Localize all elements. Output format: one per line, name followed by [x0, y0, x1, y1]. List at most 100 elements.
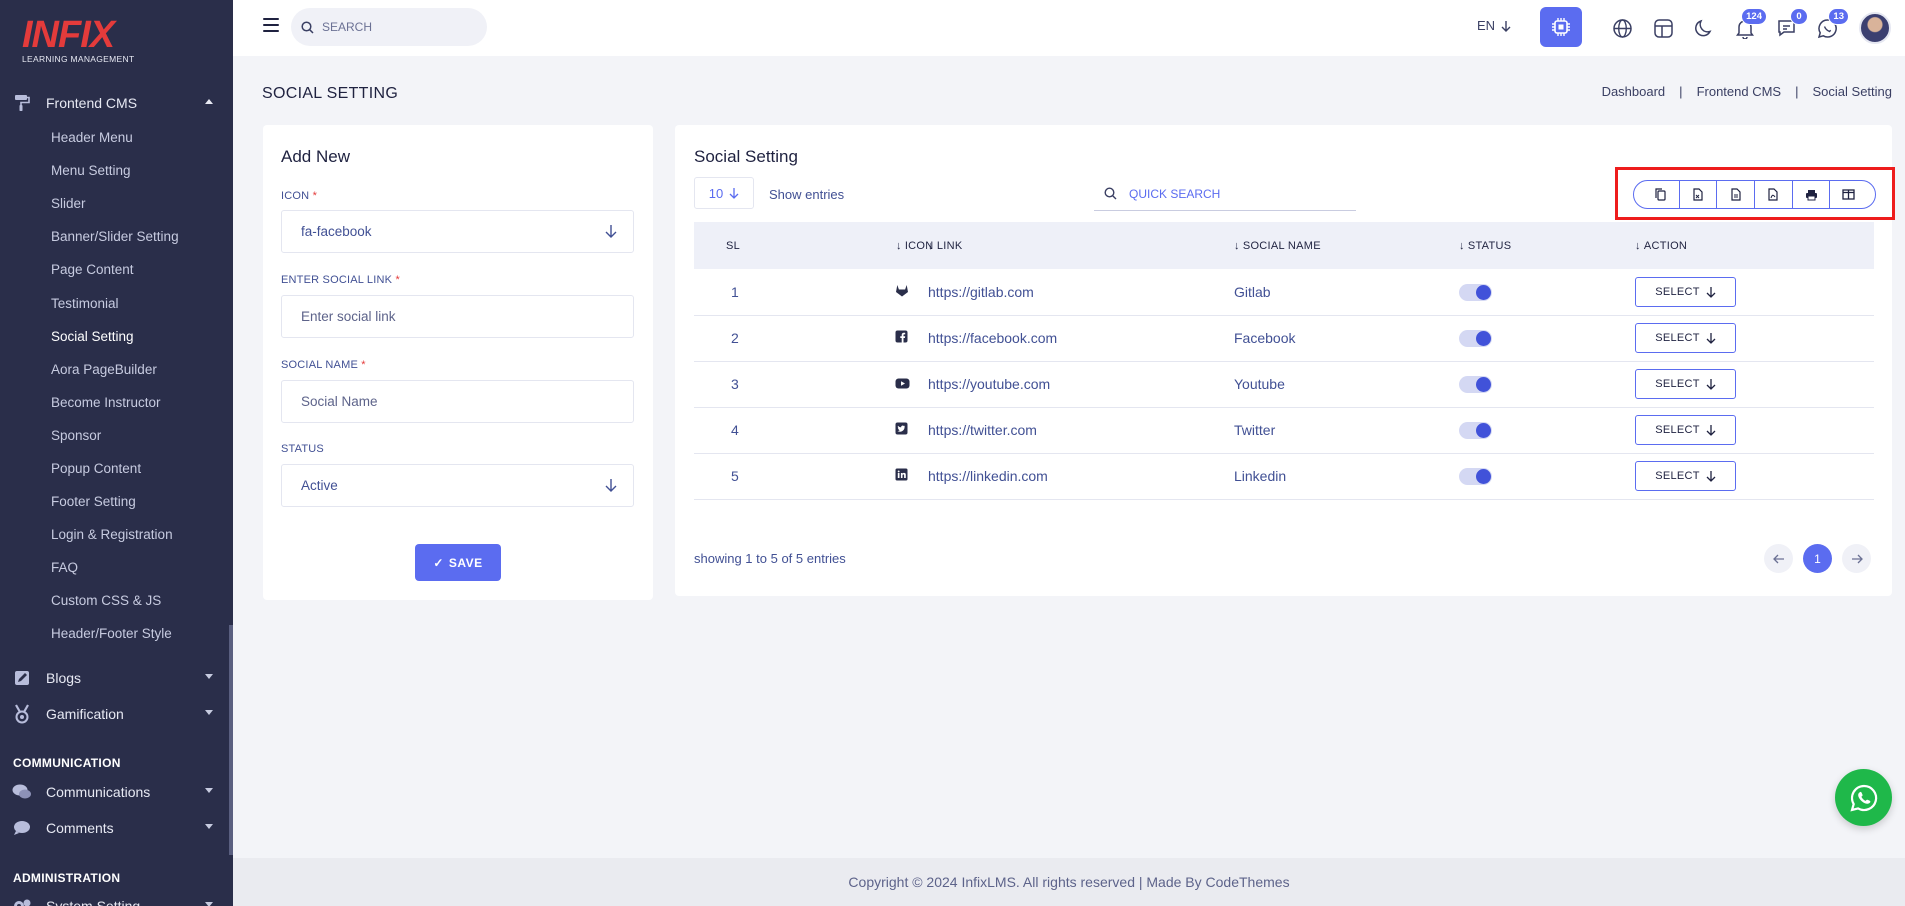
select-action-button[interactable]: SELECT: [1635, 276, 1736, 307]
column-header-action[interactable]: ↓ ACTION: [1635, 222, 1874, 269]
breadcrumb-dashboard[interactable]: Dashboard: [1602, 84, 1666, 99]
cell-social-name: Gitlab: [1234, 283, 1271, 300]
sidebar-subitem-page-content[interactable]: Page Content: [51, 260, 134, 280]
save-button[interactable]: ✓ SAVE: [415, 544, 501, 581]
sidebar-subitem-custom-css-js[interactable]: Custom CSS & JS: [51, 591, 161, 611]
whatsapp-icon: [1849, 784, 1877, 812]
cell-social-name: Youtube: [1234, 376, 1285, 392]
pdf-button[interactable]: [1755, 181, 1793, 208]
language-selector[interactable]: EN: [1477, 18, 1511, 33]
breadcrumb-separator: |: [1795, 84, 1799, 99]
select-action-button[interactable]: SELECT: [1635, 369, 1736, 399]
caret-down-icon: [205, 674, 213, 679]
sidebar-subitem-popup-content[interactable]: Popup Content: [51, 459, 141, 479]
social-name-input[interactable]: [301, 394, 601, 409]
select-action-button[interactable]: SELECT: [1635, 323, 1736, 353]
quick-search-input[interactable]: [1129, 186, 1349, 201]
status-toggle[interactable]: [1459, 421, 1492, 439]
linkedin-icon: [895, 468, 908, 484]
breadcrumb-frontend-cms[interactable]: Frontend CMS: [1697, 84, 1782, 99]
status-select[interactable]: Active: [281, 464, 634, 507]
social-link-field[interactable]: [281, 295, 634, 338]
chat-icon: [12, 782, 32, 802]
table-row: 2 https://facebook.com Facebook SELECT: [694, 315, 1874, 361]
column-header-status[interactable]: ↓ STATUS: [1459, 222, 1635, 269]
sidebar-scrollbar[interactable]: [229, 625, 233, 855]
layout-icon[interactable]: [1651, 16, 1675, 40]
sidebar-subitem-header-footer-style[interactable]: Header/Footer Style: [51, 624, 172, 644]
user-avatar[interactable]: [1859, 12, 1891, 44]
sidebar-subitem-footer-setting[interactable]: Footer Setting: [51, 492, 136, 512]
status-toggle[interactable]: [1459, 329, 1492, 347]
select-action-button[interactable]: SELECT: [1635, 415, 1736, 445]
sidebar-subitem-become-instructor[interactable]: Become Instructor: [51, 393, 161, 413]
print-button[interactable]: [1793, 181, 1831, 208]
sidebar-item-frontend-cms[interactable]: Frontend CMS: [12, 88, 217, 118]
whatsapp-button[interactable]: [1835, 769, 1892, 826]
icon-select[interactable]: fa-facebook: [281, 210, 634, 253]
bell-icon[interactable]: 124: [1733, 8, 1767, 40]
social-name-field[interactable]: [281, 380, 634, 423]
excel-button[interactable]: [1717, 181, 1756, 208]
section-heading-administration: ADMINISTRATION: [13, 871, 121, 885]
moon-icon[interactable]: [1692, 16, 1716, 40]
page-button-current[interactable]: 1: [1803, 544, 1832, 573]
sidebar-subitem-slider[interactable]: Slider: [51, 194, 86, 214]
show-entries-label: Show entries: [769, 187, 845, 202]
hamburger-menu-icon[interactable]: [263, 18, 279, 32]
sidebar-subitem-login-registration[interactable]: Login & Registration: [51, 525, 173, 545]
cell-action: SELECT: [1635, 361, 1874, 407]
previous-page-button[interactable]: [1764, 544, 1793, 573]
page-size-select[interactable]: 10: [694, 177, 754, 209]
copy-button[interactable]: [1634, 181, 1680, 208]
column-header-link[interactable]: ↓ LINK: [928, 222, 1234, 269]
sidebar-item-blogs[interactable]: Blogs: [12, 663, 217, 693]
next-page-button[interactable]: [1842, 544, 1871, 573]
pdf-icon: [1768, 188, 1778, 201]
logo[interactable]: INFIX LEARNING MANAGEMENT: [22, 14, 142, 66]
status-toggle[interactable]: [1459, 467, 1492, 485]
sidebar-subitem-social-setting[interactable]: Social Setting: [51, 327, 134, 347]
message-icon[interactable]: 0: [1774, 8, 1808, 40]
social-link-input[interactable]: [301, 309, 601, 324]
message-count-badge: 0: [1790, 8, 1808, 25]
select-action-button[interactable]: SELECT: [1635, 461, 1736, 491]
pagination: 1: [1764, 544, 1871, 573]
globe-icon[interactable]: [1610, 16, 1634, 40]
sidebar-item-system-setting[interactable]: System Setting: [12, 891, 217, 906]
add-new-title: Add New: [281, 147, 350, 166]
sidebar-subitem-menu-setting[interactable]: Menu Setting: [51, 161, 131, 181]
chat-bubble-icon[interactable]: 13: [1815, 8, 1849, 40]
quick-search[interactable]: [1094, 177, 1356, 211]
facebook-icon: [895, 330, 908, 346]
csv-button[interactable]: [1680, 181, 1718, 208]
sidebar-item-communications[interactable]: Communications: [12, 777, 217, 807]
sidebar-subitem-sponsor[interactable]: Sponsor: [51, 426, 101, 446]
sidebar-subitem-faq[interactable]: FAQ: [51, 558, 78, 578]
caret-down-icon: [205, 710, 213, 715]
sidebar-item-label: Blogs: [46, 670, 82, 686]
sidebar-subitem-banner-slider-setting[interactable]: Banner/Slider Setting: [51, 227, 179, 247]
select-button-label: SELECT: [1655, 378, 1700, 390]
status-toggle[interactable]: [1459, 375, 1492, 393]
column-header-icon[interactable]: ↓ ICON: [788, 222, 933, 269]
cell-icon: [788, 361, 928, 407]
global-search[interactable]: [291, 8, 487, 46]
column-header-social-name[interactable]: ↓ SOCIAL NAME: [1234, 222, 1459, 269]
column-header-sl[interactable]: SL: [694, 222, 788, 269]
columns-button[interactable]: [1830, 181, 1875, 208]
cell-status: [1459, 361, 1635, 407]
status-toggle[interactable]: [1459, 283, 1492, 301]
table-row: 3 https://youtube.com Youtube SELECT: [694, 361, 1874, 407]
sidebar-subitem-testimonial[interactable]: Testimonial: [51, 294, 119, 314]
search-input[interactable]: [322, 20, 472, 34]
sidebar-item-comments[interactable]: Comments: [12, 813, 217, 843]
cpu-icon-button[interactable]: [1540, 7, 1582, 47]
gears-icon: [12, 896, 32, 906]
cell-social-name: Facebook: [1234, 330, 1296, 346]
sidebar-item-gamification[interactable]: Gamification: [12, 699, 217, 729]
cpu-icon: [1552, 18, 1570, 36]
sidebar-subitem-header-menu[interactable]: Header Menu: [51, 128, 133, 148]
sidebar-subitem-aora-pagebuilder[interactable]: Aora PageBuilder: [51, 360, 157, 380]
select-button-label: SELECT: [1655, 470, 1700, 482]
